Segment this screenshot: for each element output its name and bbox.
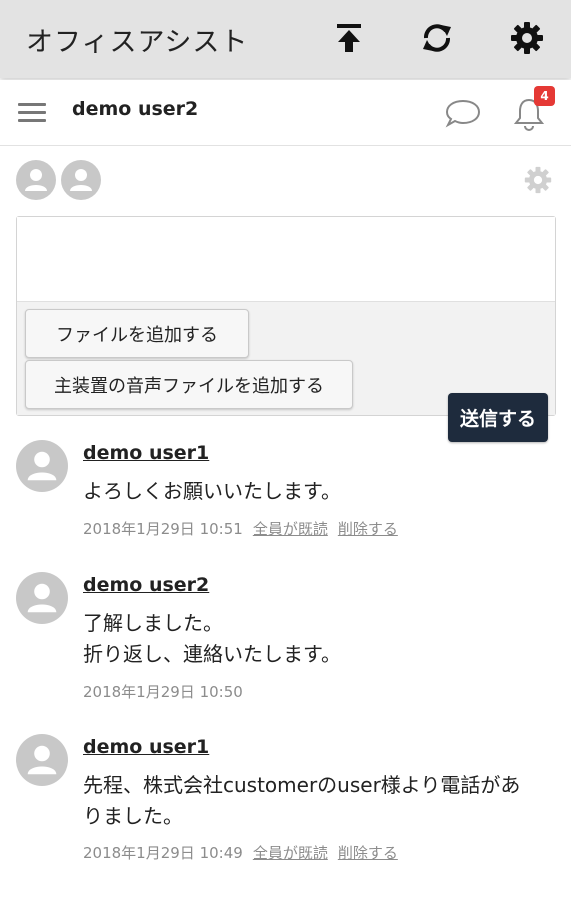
message-author[interactable]: demo user1 [83, 442, 209, 464]
message-author[interactable]: demo user2 [83, 574, 209, 596]
app-title: オフィスアシスト [26, 27, 249, 58]
participant-avatar[interactable] [16, 160, 56, 200]
upload-icon[interactable] [329, 18, 369, 58]
room-settings-gear-icon[interactable] [524, 166, 552, 194]
message-text-line: りました。 [83, 804, 183, 828]
gear-icon[interactable] [507, 18, 547, 58]
sync-icon[interactable] [417, 18, 457, 58]
avatar[interactable] [16, 572, 68, 624]
avatar[interactable] [16, 440, 68, 492]
message-timestamp: 2018年1月29日 10:51 [83, 520, 243, 538]
delete-link[interactable]: 削除する [338, 520, 398, 538]
avatar[interactable] [16, 734, 68, 786]
delete-link[interactable]: 削除する [338, 844, 398, 862]
message-meta: 2018年1月29日 10:49 全員が既読 削除する [83, 842, 398, 863]
message-meta: 2018年1月29日 10:50 [83, 681, 243, 702]
current-user-name: demo user2 [72, 98, 199, 120]
notification-badge: 4 [534, 86, 555, 106]
message-author[interactable]: demo user1 [83, 736, 209, 758]
chat-bubble-icon[interactable] [442, 94, 484, 132]
message-text: 了解しました。 折り返し、連絡いたします。 [83, 608, 559, 670]
read-status-link[interactable]: 全員が既読 [253, 844, 328, 862]
add-audio-file-button[interactable]: 主装置の音声ファイルを追加する [25, 360, 353, 409]
message-timestamp: 2018年1月29日 10:50 [83, 683, 243, 701]
message-composer: ファイルを追加する 主装置の音声ファイルを追加する 送信する [16, 216, 556, 442]
message-text-line: 折り返し、連絡いたします。 [83, 642, 341, 666]
composer-actions: ファイルを追加する 主装置の音声ファイルを追加する 送信する [17, 301, 555, 442]
message-input[interactable] [17, 217, 555, 301]
message-text: 先程、株式会社customerのuser様より電話があ りました。 [83, 770, 559, 832]
message-timestamp: 2018年1月29日 10:49 [83, 844, 243, 862]
user-header-bar: demo user2 [0, 80, 571, 146]
message-text-line: 先程、株式会社customerのuser様より電話があ [83, 773, 521, 797]
send-button[interactable]: 送信する [448, 393, 548, 442]
hamburger-menu-icon[interactable] [14, 96, 50, 130]
participant-avatar[interactable] [61, 160, 101, 200]
message-meta: 2018年1月29日 10:51 全員が既読 削除する [83, 518, 398, 539]
message-text: よろしくお願いいたします。 [83, 479, 341, 503]
app-bar: オフィスアシスト [0, 0, 571, 78]
read-status-link[interactable]: 全員が既読 [253, 520, 328, 538]
message-text-line: 了解しました。 [83, 611, 223, 635]
add-file-button[interactable]: ファイルを追加する [25, 309, 249, 358]
